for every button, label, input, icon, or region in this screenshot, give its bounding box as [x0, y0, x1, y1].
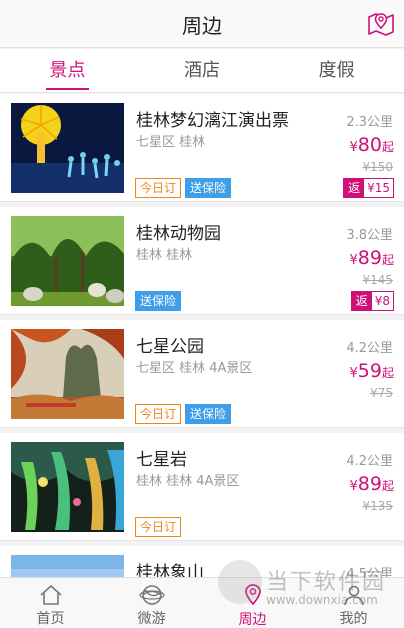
distance: 4.5公里	[346, 567, 393, 577]
map-button[interactable]	[364, 6, 398, 40]
attraction-location: 七星区 桂林 4A景区	[136, 361, 253, 376]
nav-micro-travel[interactable]: 微游	[101, 578, 202, 628]
nav-profile[interactable]: 我的	[303, 578, 404, 628]
rebate-badge: 返 ¥8	[350, 291, 394, 311]
attraction-thumbnail	[11, 555, 124, 577]
header-bar: 周边	[0, 0, 404, 48]
list-item[interactable]: 桂林动物园 桂林 桂林 送保险 3.8公里 ¥89起 ¥145 返 ¥8	[0, 207, 404, 315]
globe-icon	[138, 583, 165, 606]
list-item[interactable]: 桂林梦幻漓江演出票 七星区 桂林 今日订 送保险 2.3公里 ¥80起 ¥150…	[0, 94, 404, 202]
list-item[interactable]: 七星公园 七星区 桂林 4A景区 今日订 送保险 4.2公里 ¥59起 ¥75	[0, 320, 404, 428]
insurance-tag: 送保险	[185, 178, 232, 198]
tab-attractions[interactable]: 景点	[0, 49, 135, 92]
book-today-tag: 今日订	[135, 178, 182, 198]
original-price: ¥75	[370, 386, 393, 400]
book-today-tag: 今日订	[135, 404, 182, 424]
category-tabs: 景点 酒店 度假	[0, 49, 404, 93]
attraction-thumbnail	[11, 103, 124, 193]
nav-profile-label: 我的	[339, 611, 368, 627]
home-icon	[38, 583, 64, 606]
list-item[interactable]: 七星岩 桂林 桂林 4A景区 今日订 4.2公里 ¥89起 ¥135	[0, 433, 404, 541]
price: ¥59起	[349, 360, 394, 382]
nav-nearby[interactable]: 周边	[202, 578, 303, 628]
attraction-name: 七星岩	[136, 450, 187, 470]
attraction-thumbnail	[11, 442, 124, 532]
book-today-tag: 今日订	[135, 517, 182, 537]
nav-home-label: 首页	[36, 611, 65, 627]
map-location-icon	[368, 13, 394, 36]
attraction-thumbnail	[11, 329, 124, 419]
attraction-name: 桂林动物园	[136, 224, 221, 244]
insurance-tag: 送保险	[185, 404, 232, 424]
distance: 4.2公里	[346, 454, 393, 469]
distance: 3.8公里	[346, 228, 393, 243]
price: ¥89起	[349, 473, 394, 495]
attraction-location: 桂林 桂林	[136, 248, 193, 263]
attraction-name: 七星公园	[136, 337, 204, 357]
distance: 2.3公里	[346, 115, 393, 130]
user-icon	[341, 583, 367, 606]
price: ¥89起	[349, 247, 394, 269]
attraction-name: 桂林象山	[136, 563, 204, 577]
attraction-location: 桂林 桂林 4A景区	[136, 474, 240, 489]
attraction-location: 七星区 桂林	[136, 135, 206, 150]
price: ¥80起	[349, 134, 394, 156]
nav-home[interactable]: 首页	[0, 578, 101, 628]
original-price: ¥135	[362, 499, 393, 513]
rebate-badge: 返 ¥15	[343, 178, 394, 198]
original-price: ¥150	[362, 160, 393, 174]
bottom-navigation: 首页 微游 周边 我的	[0, 577, 404, 628]
attraction-thumbnail	[11, 216, 124, 306]
original-price: ¥145	[362, 273, 393, 287]
tab-vacation[interactable]: 度假	[269, 49, 404, 92]
page-title: 周边	[182, 14, 222, 38]
tab-hotels[interactable]: 酒店	[135, 49, 270, 92]
location-pin-icon	[240, 583, 266, 607]
distance: 4.2公里	[346, 341, 393, 356]
list-item[interactable]: 桂林象山 4.5公里	[0, 546, 404, 577]
nav-micro-travel-label: 微游	[137, 611, 166, 627]
attraction-list: 桂林梦幻漓江演出票 七星区 桂林 今日订 送保险 2.3公里 ¥80起 ¥150…	[0, 94, 404, 577]
attraction-name: 桂林梦幻漓江演出票	[136, 111, 289, 131]
insurance-tag: 送保险	[135, 291, 182, 311]
nav-nearby-label: 周边	[238, 612, 267, 628]
